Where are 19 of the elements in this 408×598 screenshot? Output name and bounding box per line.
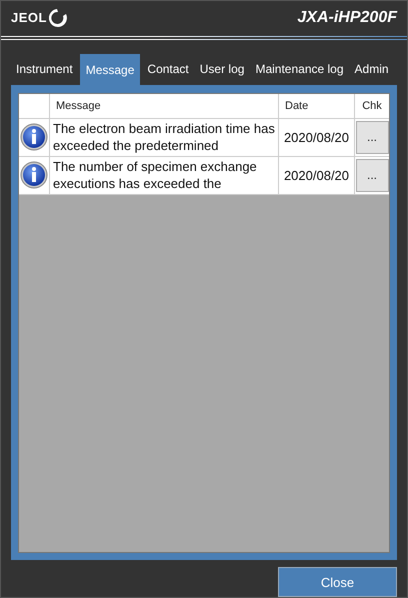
column-header: Date [279, 94, 355, 118]
details-button[interactable]: ... [356, 120, 388, 154]
column-header: Message [50, 94, 279, 118]
message-cell: The electron beam irradiation time has exceeded the predetermined [50, 118, 279, 156]
message-cell: The number of specimen exchange executions has exceeded the [50, 156, 279, 194]
close-button[interactable]: Close [278, 567, 397, 597]
tab[interactable]: Admin [350, 54, 393, 85]
date-cell: 2020/08/20 [279, 156, 355, 194]
tab[interactable]: Contact [143, 54, 193, 85]
details-button[interactable]: ... [356, 158, 388, 192]
tab[interactable]: Instrument [12, 54, 77, 85]
date-cell: 2020/08/20 [279, 118, 355, 156]
tab[interactable]: Maintenance log [251, 54, 348, 85]
tab[interactable]: User log [196, 54, 248, 85]
model-name: JXA-iHP200F [297, 8, 397, 27]
swirl-icon [48, 6, 69, 29]
logo-text: JEOL [11, 10, 47, 26]
column-header: Chk [361, 98, 383, 114]
tab[interactable]: Message [80, 54, 140, 85]
